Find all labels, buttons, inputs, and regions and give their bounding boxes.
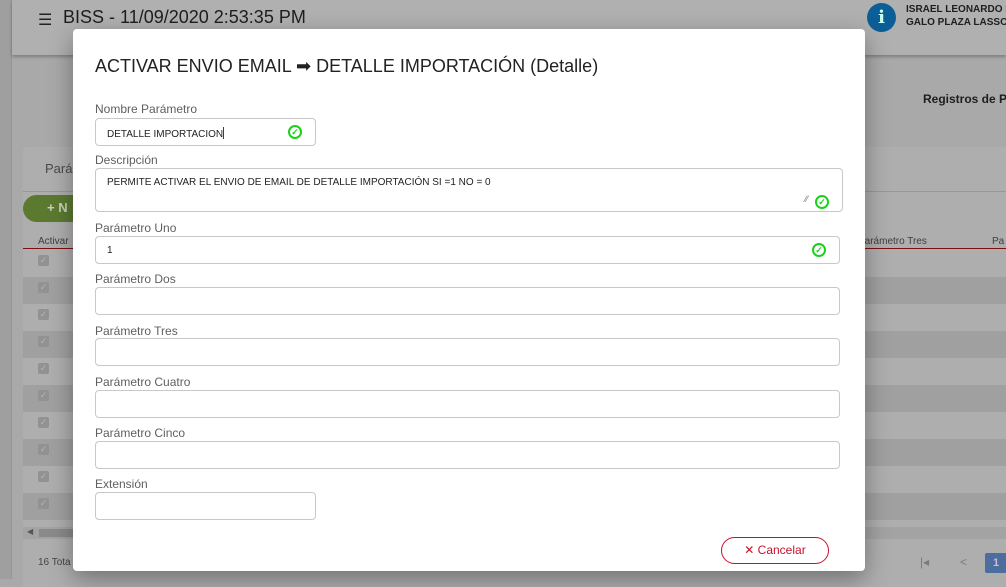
nombre-label: Nombre Parámetro — [95, 102, 198, 116]
column-header-parametro-tres[interactable]: Parámetro Tres — [858, 236, 927, 247]
activar-checkbox[interactable]: ✓ — [38, 444, 49, 455]
activar-checkbox[interactable]: ✓ — [38, 390, 49, 401]
valid-check-icon: ✓ — [812, 243, 826, 257]
parametro-cuatro-label: Parámetro Cuatro — [95, 375, 191, 389]
sidebar — [0, 0, 12, 579]
descripcion-textarea[interactable]: PERMITE ACTIVAR EL ENVIO DE EMAIL DE DET… — [95, 168, 843, 212]
parametro-dos-label: Parámetro Dos — [95, 272, 176, 286]
resize-handle-icon[interactable]: ⁄⁄ — [805, 194, 808, 204]
activar-checkbox[interactable]: ✓ — [38, 255, 49, 266]
info-icon[interactable]: i — [867, 3, 896, 32]
extension-input[interactable] — [95, 492, 316, 520]
activar-checkbox[interactable]: ✓ — [38, 336, 49, 347]
detail-modal: ACTIVAR ENVIO EMAIL ➡ DETALLE IMPORTACIÓ… — [73, 29, 865, 571]
nombre-input[interactable]: DETALLE IMPORTACION ✓ — [95, 118, 316, 146]
activar-checkbox[interactable]: ✓ — [38, 417, 49, 428]
user-name: ISRAEL LEONARDO I — [906, 4, 1006, 15]
user-location: GALO PLAZA LASSO — [906, 17, 1006, 28]
parametro-uno-value: 1 — [107, 245, 113, 256]
parametro-cinco-input[interactable] — [95, 441, 840, 469]
page-1-button[interactable]: 1 — [985, 553, 1006, 573]
column-header-parametro[interactable]: Pa — [992, 236, 1004, 247]
prev-page-icon[interactable]: < — [960, 555, 967, 569]
nombre-value: DETALLE IMPORTACION — [107, 129, 224, 140]
descripcion-label: Descripción — [95, 153, 158, 167]
valid-check-icon: ✓ — [288, 125, 302, 139]
scroll-left-icon[interactable]: ◀ — [27, 527, 33, 536]
valid-check-icon: ✓ — [815, 195, 829, 209]
descripcion-value: PERMITE ACTIVAR EL ENVIO DE EMAIL DE DET… — [107, 177, 491, 188]
modal-title: ACTIVAR ENVIO EMAIL ➡ DETALLE IMPORTACIÓ… — [95, 56, 599, 76]
menu-icon[interactable]: ☰ — [38, 10, 52, 30]
app-title: BISS - 11/09/2020 2:53:35 PM — [63, 7, 306, 27]
first-page-icon[interactable]: |◂ — [920, 555, 929, 569]
column-header-activar[interactable]: Activar — [38, 236, 69, 247]
activar-checkbox[interactable]: ✓ — [38, 282, 49, 293]
parametro-uno-label: Parámetro Uno — [95, 221, 177, 235]
activar-checkbox[interactable]: ✓ — [38, 498, 49, 509]
extension-label: Extensión — [95, 477, 148, 491]
cancel-button[interactable]: ✕ Cancelar — [721, 537, 829, 564]
registros-title: Registros de P — [923, 92, 1006, 106]
parametro-tres-input[interactable] — [95, 338, 840, 366]
parametro-cuatro-input[interactable] — [95, 390, 840, 418]
activar-checkbox[interactable]: ✓ — [38, 471, 49, 482]
parametro-dos-input[interactable] — [95, 287, 840, 315]
parametro-cinco-label: Parámetro Cinco — [95, 426, 186, 440]
parametro-uno-input[interactable]: 1 ✓ — [95, 236, 840, 264]
activar-checkbox[interactable]: ✓ — [38, 309, 49, 320]
text-caret — [223, 127, 225, 139]
activar-checkbox[interactable]: ✓ — [38, 363, 49, 374]
parametro-tres-label: Parámetro Tres — [95, 324, 178, 338]
total-records: 16 Tota — [38, 557, 71, 568]
